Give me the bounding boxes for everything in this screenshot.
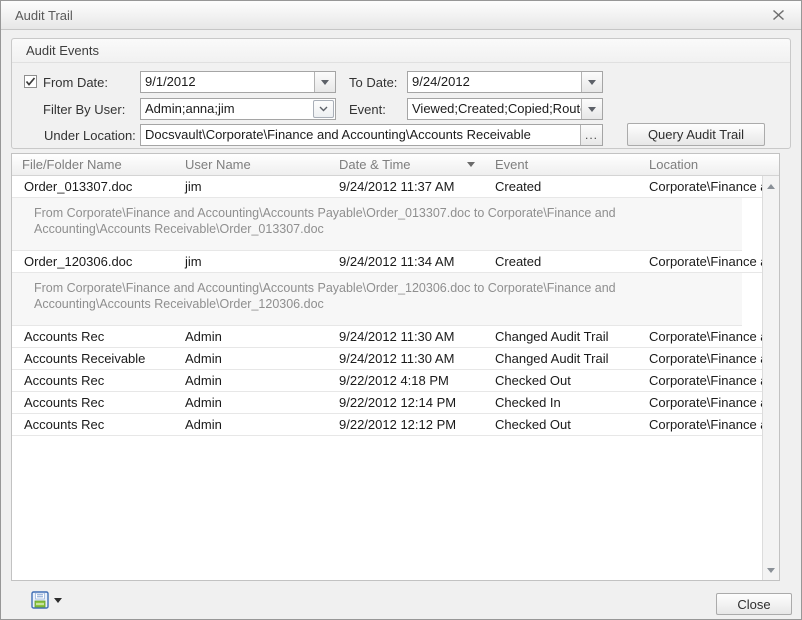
groupbox-title: Audit Events [12,39,790,63]
table-body: Order_013307.docjim9/24/2012 11:37 AMCre… [12,176,762,580]
cell-datetime: 9/24/2012 11:37 AM [329,176,485,197]
export-button[interactable] [29,589,64,611]
cell-name: Accounts Rec [12,392,175,413]
vertical-scrollbar[interactable] [762,176,779,580]
from-date-dropdown-icon[interactable] [314,72,335,92]
cell-event: Checked In [485,392,639,413]
from-date-value[interactable]: 9/1/2012 [141,72,314,92]
cell-user: jim [175,176,329,197]
save-floppy-icon [31,591,49,609]
footer-bar: Close [1,581,801,619]
from-date-label: From Date: [43,75,108,90]
col-header-date-time[interactable]: Date & Time [329,154,485,175]
cell-user: Admin [175,414,329,435]
from-date-combo[interactable]: 9/1/2012 [140,71,336,93]
export-dropdown-icon[interactable] [54,598,62,603]
cell-event: Checked Out [485,414,639,435]
location-label-row: Under Location: [44,124,136,146]
col-header-file-folder-name[interactable]: File/Folder Name [12,154,175,175]
table-row[interactable]: Accounts RecAdmin9/24/2012 11:30 AMChang… [12,326,762,348]
cell-name: Accounts Receivable [12,348,175,369]
cell-datetime: 9/24/2012 11:30 AM [329,348,485,369]
table-row[interactable]: Order_013307.docjim9/24/2012 11:37 AMCre… [12,176,762,198]
event-label-row: Event: [349,98,386,120]
query-audit-trail-button[interactable]: Query Audit Trail [627,123,765,146]
filter-by-user-dropdown-icon[interactable] [313,100,334,118]
table-row[interactable]: Accounts RecAdmin9/22/2012 12:12 PMCheck… [12,414,762,436]
event-label: Event: [349,102,386,117]
close-button[interactable]: Close [716,593,792,615]
cell-event: Checked Out [485,370,639,391]
to-date-value[interactable]: 9/24/2012 [408,72,581,92]
to-date-dropdown-icon[interactable] [581,72,602,92]
user-label-row: Filter By User: [43,98,125,120]
audit-trail-dialog: Audit Trail Audit Events From Date: 9/1/… [0,0,802,620]
table-row[interactable]: Accounts ReceivableAdmin9/24/2012 11:30 … [12,348,762,370]
col-header-event[interactable]: Event [485,154,639,175]
under-location-field[interactable]: Docsvault\Corporate\Finance and Accounti… [140,124,603,146]
event-dropdown-icon[interactable] [581,99,602,119]
to-date-label-row: To Date: [349,71,397,93]
audit-results-grid: File/Folder Name User Name Date & Time E… [11,153,780,581]
cell-user: Admin [175,348,329,369]
cell-datetime: 9/22/2012 4:18 PM [329,370,485,391]
cell-name: Accounts Rec [12,326,175,347]
cell-event: Created [485,176,639,197]
cell-event: Created [485,251,639,272]
cell-location: Corporate\Finance and Ac [639,251,762,272]
cell-user: Admin [175,370,329,391]
cell-location: Corporate\Finance and Ac [639,414,762,435]
audit-events-groupbox: Audit Events From Date: 9/1/2012 To Date… [11,38,791,149]
from-date-label-row: From Date: [43,71,108,93]
cell-location: Corporate\Finance and Ac [639,176,762,197]
filter-by-user-value[interactable]: Admin;anna;jim [141,99,312,119]
sort-desc-icon [467,162,475,167]
col-header-location[interactable]: Location [639,154,779,175]
event-combo[interactable]: Viewed;Created;Copied;Routed [407,98,603,120]
to-date-combo[interactable]: 9/24/2012 [407,71,603,93]
from-date-checkbox[interactable] [24,75,37,88]
table-detail-row: From Corporate\Finance and Accounting\Ac… [12,198,742,251]
scroll-down-icon[interactable] [763,562,779,578]
table-row[interactable]: Accounts RecAdmin9/22/2012 4:18 PMChecke… [12,370,762,392]
under-location-value[interactable]: Docsvault\Corporate\Finance and Accounti… [141,125,580,145]
cell-location: Corporate\Finance and Ac [639,392,762,413]
col-header-user-name[interactable]: User Name [175,154,329,175]
table-row[interactable]: Order_120306.docjim9/24/2012 11:34 AMCre… [12,251,762,273]
cell-name: Order_013307.doc [12,176,175,197]
cell-datetime: 9/24/2012 11:30 AM [329,326,485,347]
cell-name: Accounts Rec [12,414,175,435]
under-location-label: Under Location: [44,128,136,143]
cell-user: Admin [175,392,329,413]
titlebar[interactable]: Audit Trail [1,1,801,30]
table-row[interactable]: Accounts RecAdmin9/22/2012 12:14 PMCheck… [12,392,762,414]
cell-name: Accounts Rec [12,370,175,391]
event-value[interactable]: Viewed;Created;Copied;Routed [408,99,581,119]
cell-location: Corporate\Finance and Ac [639,326,762,347]
close-icon[interactable] [769,7,787,23]
table-detail-row: From Corporate\Finance and Accounting\Ac… [12,273,742,326]
cell-datetime: 9/22/2012 12:12 PM [329,414,485,435]
filter-by-user-label: Filter By User: [43,102,125,117]
cell-event: Changed Audit Trail [485,326,639,347]
cell-user: jim [175,251,329,272]
cell-location: Corporate\Finance and Ac [639,348,762,369]
cell-datetime: 9/22/2012 12:14 PM [329,392,485,413]
browse-button[interactable]: ... [580,125,602,145]
cell-datetime: 9/24/2012 11:34 AM [329,251,485,272]
scroll-up-icon[interactable] [763,178,779,194]
cell-location: Corporate\Finance and Ac [639,370,762,391]
grid-header: File/Folder Name User Name Date & Time E… [12,154,779,176]
cell-event: Changed Audit Trail [485,348,639,369]
cell-name: Order_120306.doc [12,251,175,272]
to-date-label: To Date: [349,75,397,90]
dialog-title: Audit Trail [15,8,73,23]
filter-by-user-combo[interactable]: Admin;anna;jim [140,98,336,120]
cell-user: Admin [175,326,329,347]
